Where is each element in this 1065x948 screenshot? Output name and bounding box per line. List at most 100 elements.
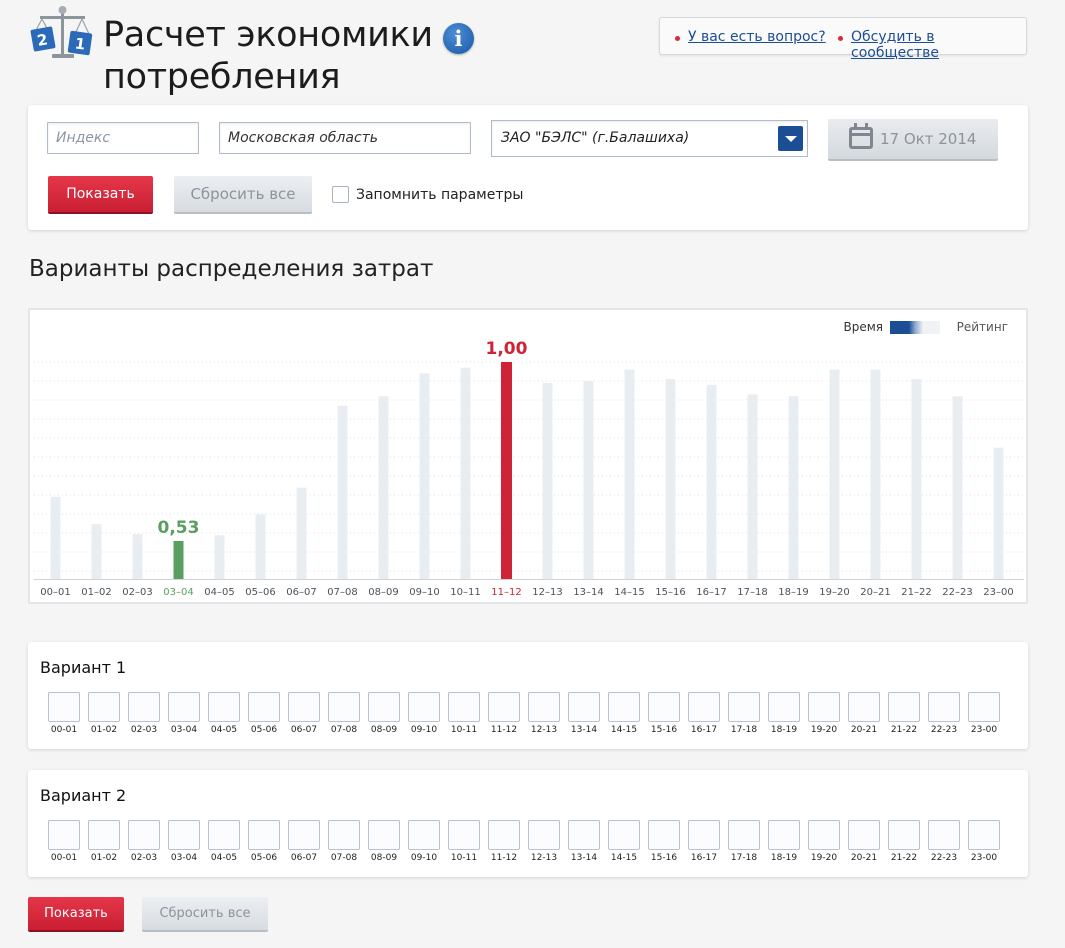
hour-slot[interactable] [808, 820, 840, 850]
hour-slot[interactable] [208, 692, 240, 722]
chart-bar[interactable] [173, 540, 184, 579]
hour-slot[interactable] [688, 820, 720, 850]
hour-slot[interactable] [928, 820, 960, 850]
hour-slot-label: 05-06 [250, 725, 278, 735]
hour-slot[interactable] [688, 692, 720, 722]
hour-slot[interactable] [128, 820, 160, 850]
chart-bar[interactable] [460, 367, 471, 579]
hour-slot[interactable] [408, 692, 440, 722]
hour-slot-label: 10-11 [450, 725, 478, 735]
chart-bar[interactable] [378, 396, 389, 579]
hour-slot[interactable] [128, 692, 160, 722]
hour-slot[interactable] [488, 820, 520, 850]
hour-slot[interactable] [568, 820, 600, 850]
hour-slot[interactable] [608, 692, 640, 722]
hour-slot[interactable] [888, 820, 920, 850]
hour-slot[interactable] [368, 820, 400, 850]
hour-slot[interactable] [848, 820, 880, 850]
hour-slot[interactable] [608, 820, 640, 850]
hour-slot[interactable] [968, 692, 1000, 722]
chart-bar[interactable] [501, 362, 512, 579]
hour-slot-label: 22-23 [930, 725, 958, 735]
chart-bar[interactable] [91, 524, 102, 579]
hour-slot[interactable] [768, 692, 800, 722]
chart-bar[interactable] [870, 369, 881, 579]
chart-bar[interactable] [952, 396, 963, 579]
chart-bar[interactable] [788, 396, 799, 579]
hour-slot[interactable] [288, 692, 320, 722]
chart-bar[interactable] [583, 381, 594, 579]
chart-bar[interactable] [50, 496, 61, 579]
hour-slot[interactable] [728, 820, 760, 850]
hour-slot[interactable] [968, 820, 1000, 850]
hour-slot[interactable] [288, 820, 320, 850]
hour-slot[interactable] [928, 692, 960, 722]
supplier-select[interactable]: ЗАО "БЭЛС" (г.Балашиха) [491, 120, 808, 157]
chart-bar[interactable] [542, 382, 553, 579]
hour-slot[interactable] [648, 692, 680, 722]
chart-tick-label: 00–01 [40, 587, 70, 598]
hour-slot[interactable] [48, 692, 80, 722]
hour-slot[interactable] [328, 820, 360, 850]
hour-slot[interactable] [768, 820, 800, 850]
hour-slot-label: 15-16 [650, 725, 678, 735]
chart-bar[interactable] [296, 487, 307, 579]
reset-button[interactable]: Сбросить все [174, 176, 312, 212]
hour-slot[interactable] [168, 692, 200, 722]
chart-bar[interactable] [132, 534, 143, 579]
hour-slot[interactable] [48, 820, 80, 850]
hour-slot[interactable] [448, 820, 480, 850]
region-input[interactable] [219, 122, 471, 154]
chart-tick-label: 22–23 [942, 587, 972, 598]
bottom-show-button[interactable]: Показать [28, 897, 124, 930]
hour-slot[interactable] [368, 692, 400, 722]
bottom-reset-button[interactable]: Сбросить все [142, 897, 268, 930]
hour-slot-label: 20-21 [850, 725, 878, 735]
hour-slot[interactable] [648, 820, 680, 850]
hour-slot[interactable] [248, 820, 280, 850]
hour-slot[interactable] [888, 692, 920, 722]
hour-slot[interactable] [488, 692, 520, 722]
chart-bar[interactable] [624, 369, 635, 579]
chart-max-label: 1,00 [486, 339, 528, 359]
chart-bar[interactable] [214, 535, 225, 579]
chart-tick-label: 13–14 [573, 587, 603, 598]
hour-slot[interactable] [328, 692, 360, 722]
hour-slot[interactable] [808, 692, 840, 722]
remember-checkbox[interactable] [332, 186, 349, 203]
hour-slot[interactable] [568, 692, 600, 722]
chart-bar[interactable] [337, 405, 348, 579]
hour-slot[interactable] [528, 692, 560, 722]
info-icon[interactable]: i [443, 23, 474, 54]
hour-slot-label: 09-10 [410, 725, 438, 735]
hour-slot[interactable] [448, 692, 480, 722]
calendar-icon [849, 123, 873, 149]
hour-slot[interactable] [88, 820, 120, 850]
hour-slot[interactable] [408, 820, 440, 850]
page-title-line1: Расчет экономики [103, 15, 433, 55]
chevron-down-icon[interactable] [778, 126, 803, 151]
chart-bar[interactable] [747, 394, 758, 579]
hour-slot[interactable] [88, 692, 120, 722]
hour-slot[interactable] [528, 820, 560, 850]
hour-slot[interactable] [248, 692, 280, 722]
hour-slot-label: 01-02 [90, 853, 118, 863]
chart-bar[interactable] [255, 514, 266, 579]
hour-slot[interactable] [848, 692, 880, 722]
chart-bar[interactable] [993, 447, 1004, 579]
show-button[interactable]: Показать [48, 176, 153, 212]
date-picker-button[interactable]: 17 Окт 2014 [828, 119, 998, 159]
chart-bar[interactable] [419, 373, 430, 579]
index-input[interactable] [47, 122, 199, 154]
community-link[interactable]: Обсудить в сообществе [838, 29, 1026, 61]
chart-bar[interactable] [829, 369, 840, 579]
chart-bar[interactable] [706, 384, 717, 579]
chart-bar[interactable] [665, 379, 676, 579]
chart-tick-label: 07–08 [327, 587, 357, 598]
hour-slot[interactable] [208, 820, 240, 850]
hour-slot[interactable] [728, 692, 760, 722]
chart-bar[interactable] [911, 379, 922, 579]
hour-slot-label: 08-09 [370, 725, 398, 735]
hour-slot[interactable] [168, 820, 200, 850]
question-link[interactable]: У вас есть вопрос? [675, 29, 826, 45]
